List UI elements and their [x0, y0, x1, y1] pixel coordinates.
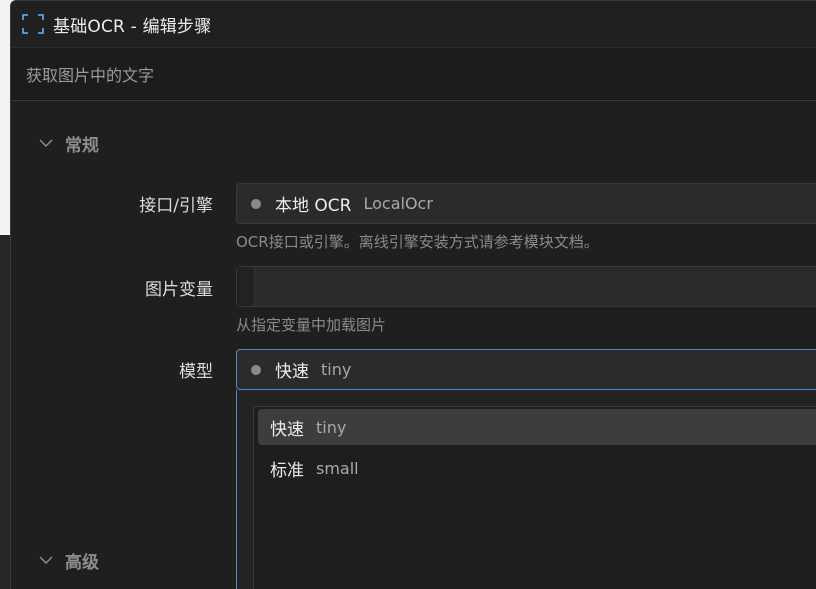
engine-value: 本地 OCR — [275, 196, 352, 216]
model-option-tiny[interactable]: 快速 tiny — [258, 409, 816, 445]
model-value: 快速 — [275, 362, 309, 382]
chevron-down-icon — [37, 134, 55, 152]
edit-step-dialog: 基础OCR - 编辑步骤 获取图片中的文字 常规 接口/引擎 本地 OCR Lo… — [10, 0, 816, 589]
engine-label: 接口/引擎 — [139, 196, 213, 216]
image-variable-input[interactable] — [236, 266, 816, 307]
engine-select[interactable]: 本地 OCR LocalOcr — [236, 183, 816, 224]
section-advanced-title: 高级 — [65, 552, 99, 573]
option-id: small — [316, 458, 359, 478]
input-prefix — [237, 267, 255, 306]
model-select[interactable]: 快速 tiny — [236, 349, 816, 390]
window-title: 基础OCR - 编辑步骤 — [53, 16, 212, 37]
model-option-small[interactable]: 标准 small — [258, 450, 816, 486]
model-label: 模型 — [179, 362, 213, 382]
step-description: 获取图片中的文字 — [26, 66, 155, 85]
status-dot-icon — [251, 198, 261, 209]
chevron-down-icon — [37, 551, 55, 569]
image-variable-label: 图片变量 — [145, 280, 213, 300]
engine-hint: OCR接口或引擎。离线引擎安装方式请参考模块文档。 — [236, 233, 599, 251]
model-options-list: 快速 tiny 标准 small — [253, 406, 816, 589]
title-bar[interactable]: 基础OCR - 编辑步骤 — [11, 1, 816, 47]
status-dot-icon — [251, 364, 261, 375]
option-label: 快速 — [270, 419, 304, 440]
description-bar: 获取图片中的文字 — [11, 47, 816, 101]
ocr-bracket-icon — [21, 12, 45, 36]
image-variable-hint: 从指定变量中加载图片 — [236, 316, 387, 334]
section-advanced-toggle[interactable]: 高级 — [37, 548, 99, 573]
section-general-title: 常规 — [65, 135, 99, 156]
option-label: 标准 — [270, 460, 304, 481]
model-value-id: tiny — [321, 360, 352, 379]
option-id: tiny — [316, 417, 347, 437]
engine-value-id: LocalOcr — [363, 194, 433, 213]
section-general-toggle[interactable]: 常规 — [37, 131, 99, 156]
model-dropdown: 快速 tiny 标准 small — [236, 390, 816, 589]
